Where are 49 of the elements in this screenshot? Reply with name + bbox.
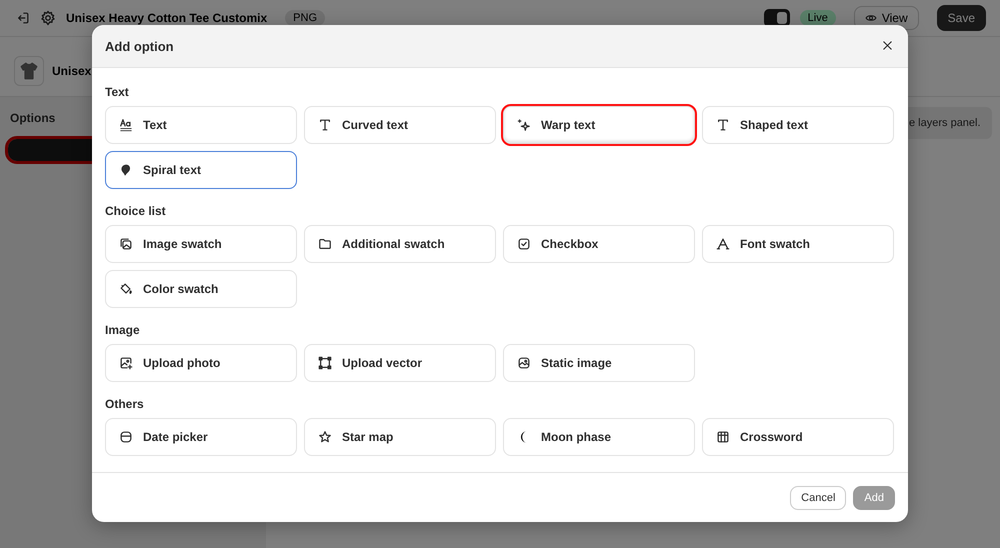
letter-t-icon bbox=[716, 118, 730, 132]
option-card[interactable]: Color swatch bbox=[105, 270, 297, 308]
letter-a-icon bbox=[716, 237, 730, 251]
section-title: Text bbox=[105, 84, 130, 100]
option-card[interactable]: Curved text bbox=[304, 106, 496, 144]
section-title: Choice list bbox=[105, 203, 167, 219]
option-card[interactable]: Upload vector bbox=[304, 344, 496, 382]
dialog-title: Add option bbox=[105, 38, 174, 54]
sparkle-icon bbox=[517, 118, 531, 132]
option-card[interactable]: Additional swatch bbox=[304, 225, 496, 263]
close-icon bbox=[881, 39, 894, 52]
option-card[interactable]: Shaped text bbox=[702, 106, 894, 144]
star-icon bbox=[318, 430, 332, 444]
option-card[interactable]: Static image bbox=[503, 344, 695, 382]
vector-frame-icon bbox=[318, 356, 332, 370]
eye-icon bbox=[864, 12, 877, 24]
option-card[interactable]: Font swatch bbox=[702, 225, 894, 263]
status-badge: Live bbox=[800, 10, 836, 26]
folder-icon bbox=[318, 237, 332, 251]
blob-icon bbox=[119, 163, 133, 177]
option-card[interactable]: Crossword bbox=[702, 418, 894, 456]
save-button[interactable]: Save bbox=[936, 5, 986, 31]
option-card[interactable]: Date picker bbox=[105, 418, 297, 456]
section-title: Others bbox=[105, 396, 145, 412]
image-icon bbox=[517, 356, 531, 370]
calendar-icon bbox=[119, 430, 133, 444]
checkbox-icon bbox=[517, 237, 531, 251]
page-title: Unisex Heavy Cotton Tee Customix bbox=[66, 11, 268, 25]
image-plus-icon bbox=[119, 356, 133, 370]
option-card[interactable]: Star map bbox=[304, 418, 496, 456]
option-card[interactable]: Warp text bbox=[503, 106, 695, 144]
text-style-icon bbox=[119, 118, 133, 132]
option-card[interactable]: Spiral text bbox=[105, 151, 297, 189]
grid-icon bbox=[716, 430, 730, 444]
t-shirt-icon bbox=[19, 61, 39, 81]
option-card[interactable]: Image swatch bbox=[105, 225, 297, 263]
option-card[interactable]: Moon phase bbox=[503, 418, 695, 456]
exit-icon bbox=[16, 11, 30, 25]
option-card[interactable]: Upload photo bbox=[105, 344, 297, 382]
section-title: Image bbox=[105, 322, 141, 338]
cancel-button[interactable]: Cancel bbox=[790, 486, 846, 510]
option-card[interactable]: Text bbox=[105, 106, 297, 144]
product-name: Unisex bbox=[52, 64, 92, 78]
paint-bucket-icon bbox=[119, 282, 133, 296]
letter-t-icon bbox=[318, 118, 332, 132]
image-stack-icon bbox=[119, 237, 133, 251]
format-badge: PNG bbox=[285, 10, 326, 26]
settings-icon bbox=[40, 10, 56, 26]
option-card[interactable]: Checkbox bbox=[503, 225, 695, 263]
